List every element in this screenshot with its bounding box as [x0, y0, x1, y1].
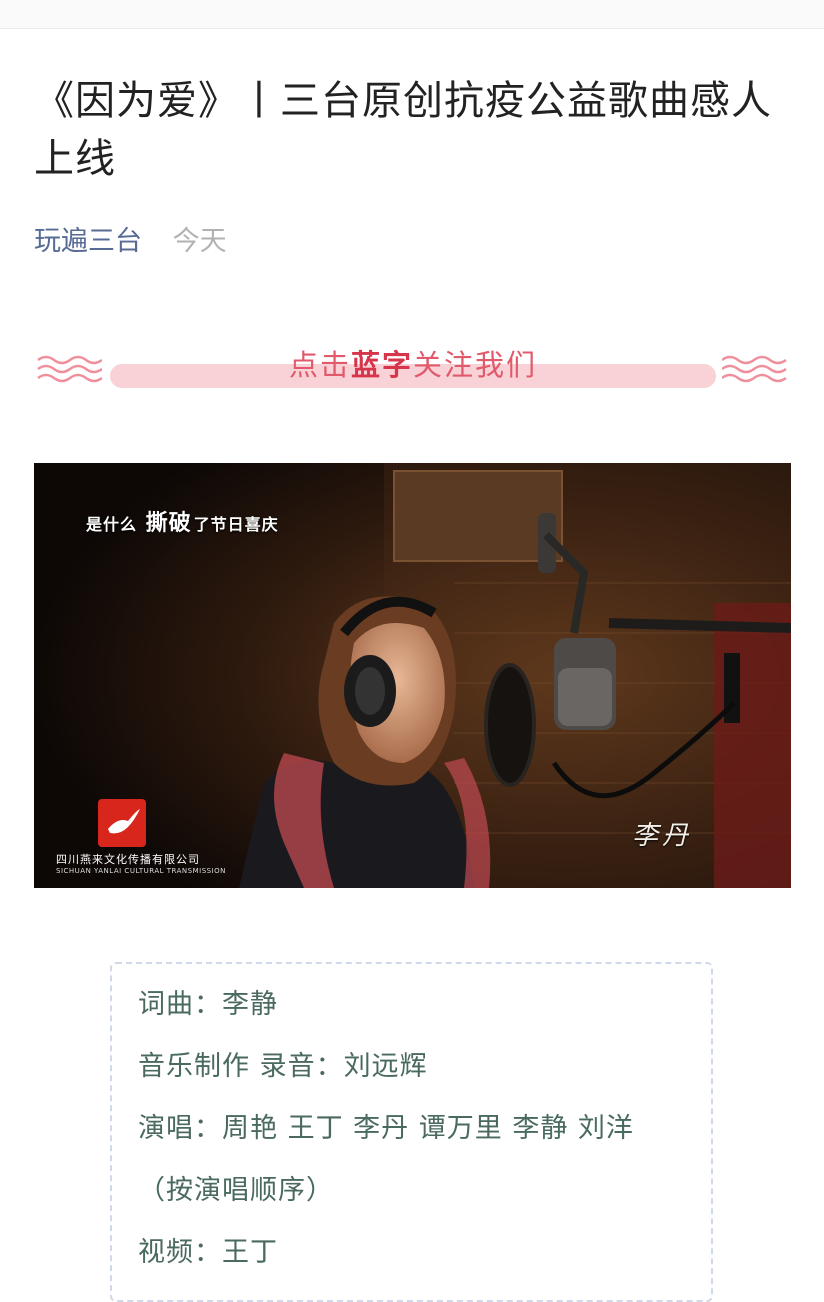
follow-prefix: 点击: [288, 348, 351, 382]
top-bar: [0, 0, 824, 29]
video-frame-image[interactable]: 是什么 撕破 了节日喜庆 李丹 四川燕来文化传播有限公司 SICHUAN YANL…: [34, 463, 791, 888]
follow-highlight: 蓝字: [350, 348, 413, 382]
credit-video: 视频：王丁: [138, 1237, 278, 1268]
publish-date: 今天: [172, 226, 227, 257]
article-title: 《因为爱》丨三台原创抗疫公益歌曲感人上线: [34, 78, 772, 182]
singer-name-overlay: 李丹: [632, 821, 693, 851]
follow-banner[interactable]: 点击蓝字关注我们: [34, 340, 790, 396]
wave-left-icon: [37, 355, 102, 383]
credit-singers: 演唱：周艳 王丁 李丹 谭万里 李静 刘洋: [138, 1113, 634, 1144]
credit-singers-note: （按演唱顺序）: [138, 1175, 334, 1206]
follow-banner-text[interactable]: 点击蓝字关注我们: [110, 346, 716, 384]
credit-production: 音乐制作 录音：刘远辉: [138, 1051, 428, 1082]
credit-lyrics: 词曲：李静: [138, 989, 278, 1020]
logo-company-en: SICHUAN YANLAI CULTURAL TRANSMISSION: [56, 867, 226, 875]
follow-suffix: 关注我们: [413, 348, 538, 382]
video-caption: 是什么 撕破 了节日喜庆: [86, 505, 279, 537]
company-logo: 四川燕来文化传播有限公司 SICHUAN YANLAI CULTURAL TRA…: [56, 799, 226, 879]
caption-post: 了节日喜庆: [193, 515, 279, 534]
account-name-link[interactable]: 玩遍三台: [34, 226, 142, 257]
article-meta: 玩遍三台 今天: [34, 222, 227, 262]
caption-big: 撕破: [145, 511, 192, 536]
swallow-seal-icon: [98, 799, 146, 847]
credits-box: 词曲：李静 音乐制作 录音：刘远辉 演唱：周艳 王丁 李丹 谭万里 李静 刘洋 …: [110, 962, 713, 1302]
caption-pre: 是什么: [86, 515, 138, 534]
logo-company-cn: 四川燕来文化传播有限公司: [56, 853, 200, 866]
wave-right-icon: [722, 355, 787, 383]
